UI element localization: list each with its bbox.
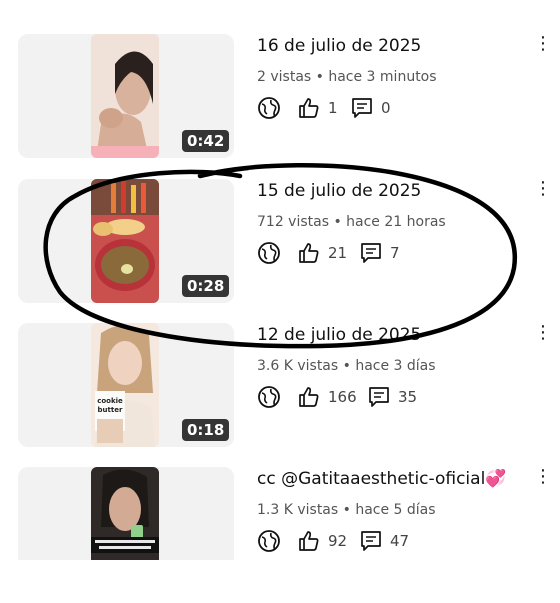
two-hearts-icon: 💞 — [485, 469, 507, 489]
globe-icon — [258, 242, 280, 264]
video-thumbnail[interactable]: cookie butter — [91, 323, 159, 447]
comment-count: 35 — [398, 388, 418, 406]
video-meta: 2 vistas • hace 3 minutos — [257, 69, 437, 85]
duration-badge: 0:42 — [182, 130, 230, 152]
video-row[interactable]: cc @Gatitaaesthetic-oficial💞 1.3 K vista… — [0, 467, 560, 603]
video-thumbnail[interactable] — [91, 467, 159, 560]
like-count: 1 — [328, 99, 338, 117]
globe-icon — [258, 530, 280, 552]
video-title-text: cc @Gatitaaesthetic-oficial — [257, 469, 486, 489]
comment-icon[interactable] — [350, 96, 374, 120]
thumbs-up-icon[interactable] — [297, 385, 321, 409]
globe-icon — [258, 386, 280, 408]
video-row[interactable]: 0:42 16 de julio de 2025 2 vistas • hace… — [0, 34, 560, 170]
duration-badge: 0:18 — [182, 419, 230, 441]
video-meta: 3.6 K vistas • hace 3 días — [257, 358, 436, 374]
comment-icon[interactable] — [359, 241, 383, 265]
video-title[interactable]: 16 de julio de 2025 — [257, 36, 421, 56]
more-options-icon[interactable]: ⋮ — [534, 323, 552, 345]
comment-count: 0 — [381, 99, 391, 117]
video-meta: 1.3 K vistas • hace 5 días — [257, 502, 436, 518]
thumbs-up-icon[interactable] — [297, 96, 321, 120]
globe-icon — [258, 97, 280, 119]
thumbs-up-icon[interactable] — [297, 529, 321, 553]
comment-count: 47 — [390, 532, 410, 550]
more-options-icon[interactable]: ⋮ — [534, 179, 552, 201]
video-row[interactable]: cookie butter 0:18 12 de julio de 2025 3… — [0, 323, 560, 459]
video-title[interactable]: 15 de julio de 2025 — [257, 181, 421, 201]
video-title[interactable]: cc @Gatitaaesthetic-oficial💞 — [257, 469, 506, 489]
thumb-butter-text: butter — [98, 406, 123, 414]
video-row[interactable]: 0:28 15 de julio de 2025 712 vistas • ha… — [0, 179, 560, 315]
thumbs-up-icon[interactable] — [297, 241, 321, 265]
thumb-cookie-text: cookie — [97, 397, 123, 405]
video-thumbnail[interactable] — [91, 34, 159, 158]
more-options-icon[interactable]: ⋮ — [534, 34, 552, 56]
comment-icon[interactable] — [367, 385, 391, 409]
video-meta: 712 vistas • hace 21 horas — [257, 214, 446, 230]
comment-count: 7 — [390, 244, 400, 262]
more-options-icon[interactable]: ⋮ — [534, 467, 552, 489]
like-count: 92 — [328, 532, 348, 550]
like-count: 166 — [328, 388, 357, 406]
video-thumbnail[interactable] — [91, 179, 159, 303]
video-title[interactable]: 12 de julio de 2025 — [257, 325, 421, 345]
duration-badge: 0:28 — [182, 275, 230, 297]
comment-icon[interactable] — [359, 529, 383, 553]
like-count: 21 — [328, 244, 348, 262]
